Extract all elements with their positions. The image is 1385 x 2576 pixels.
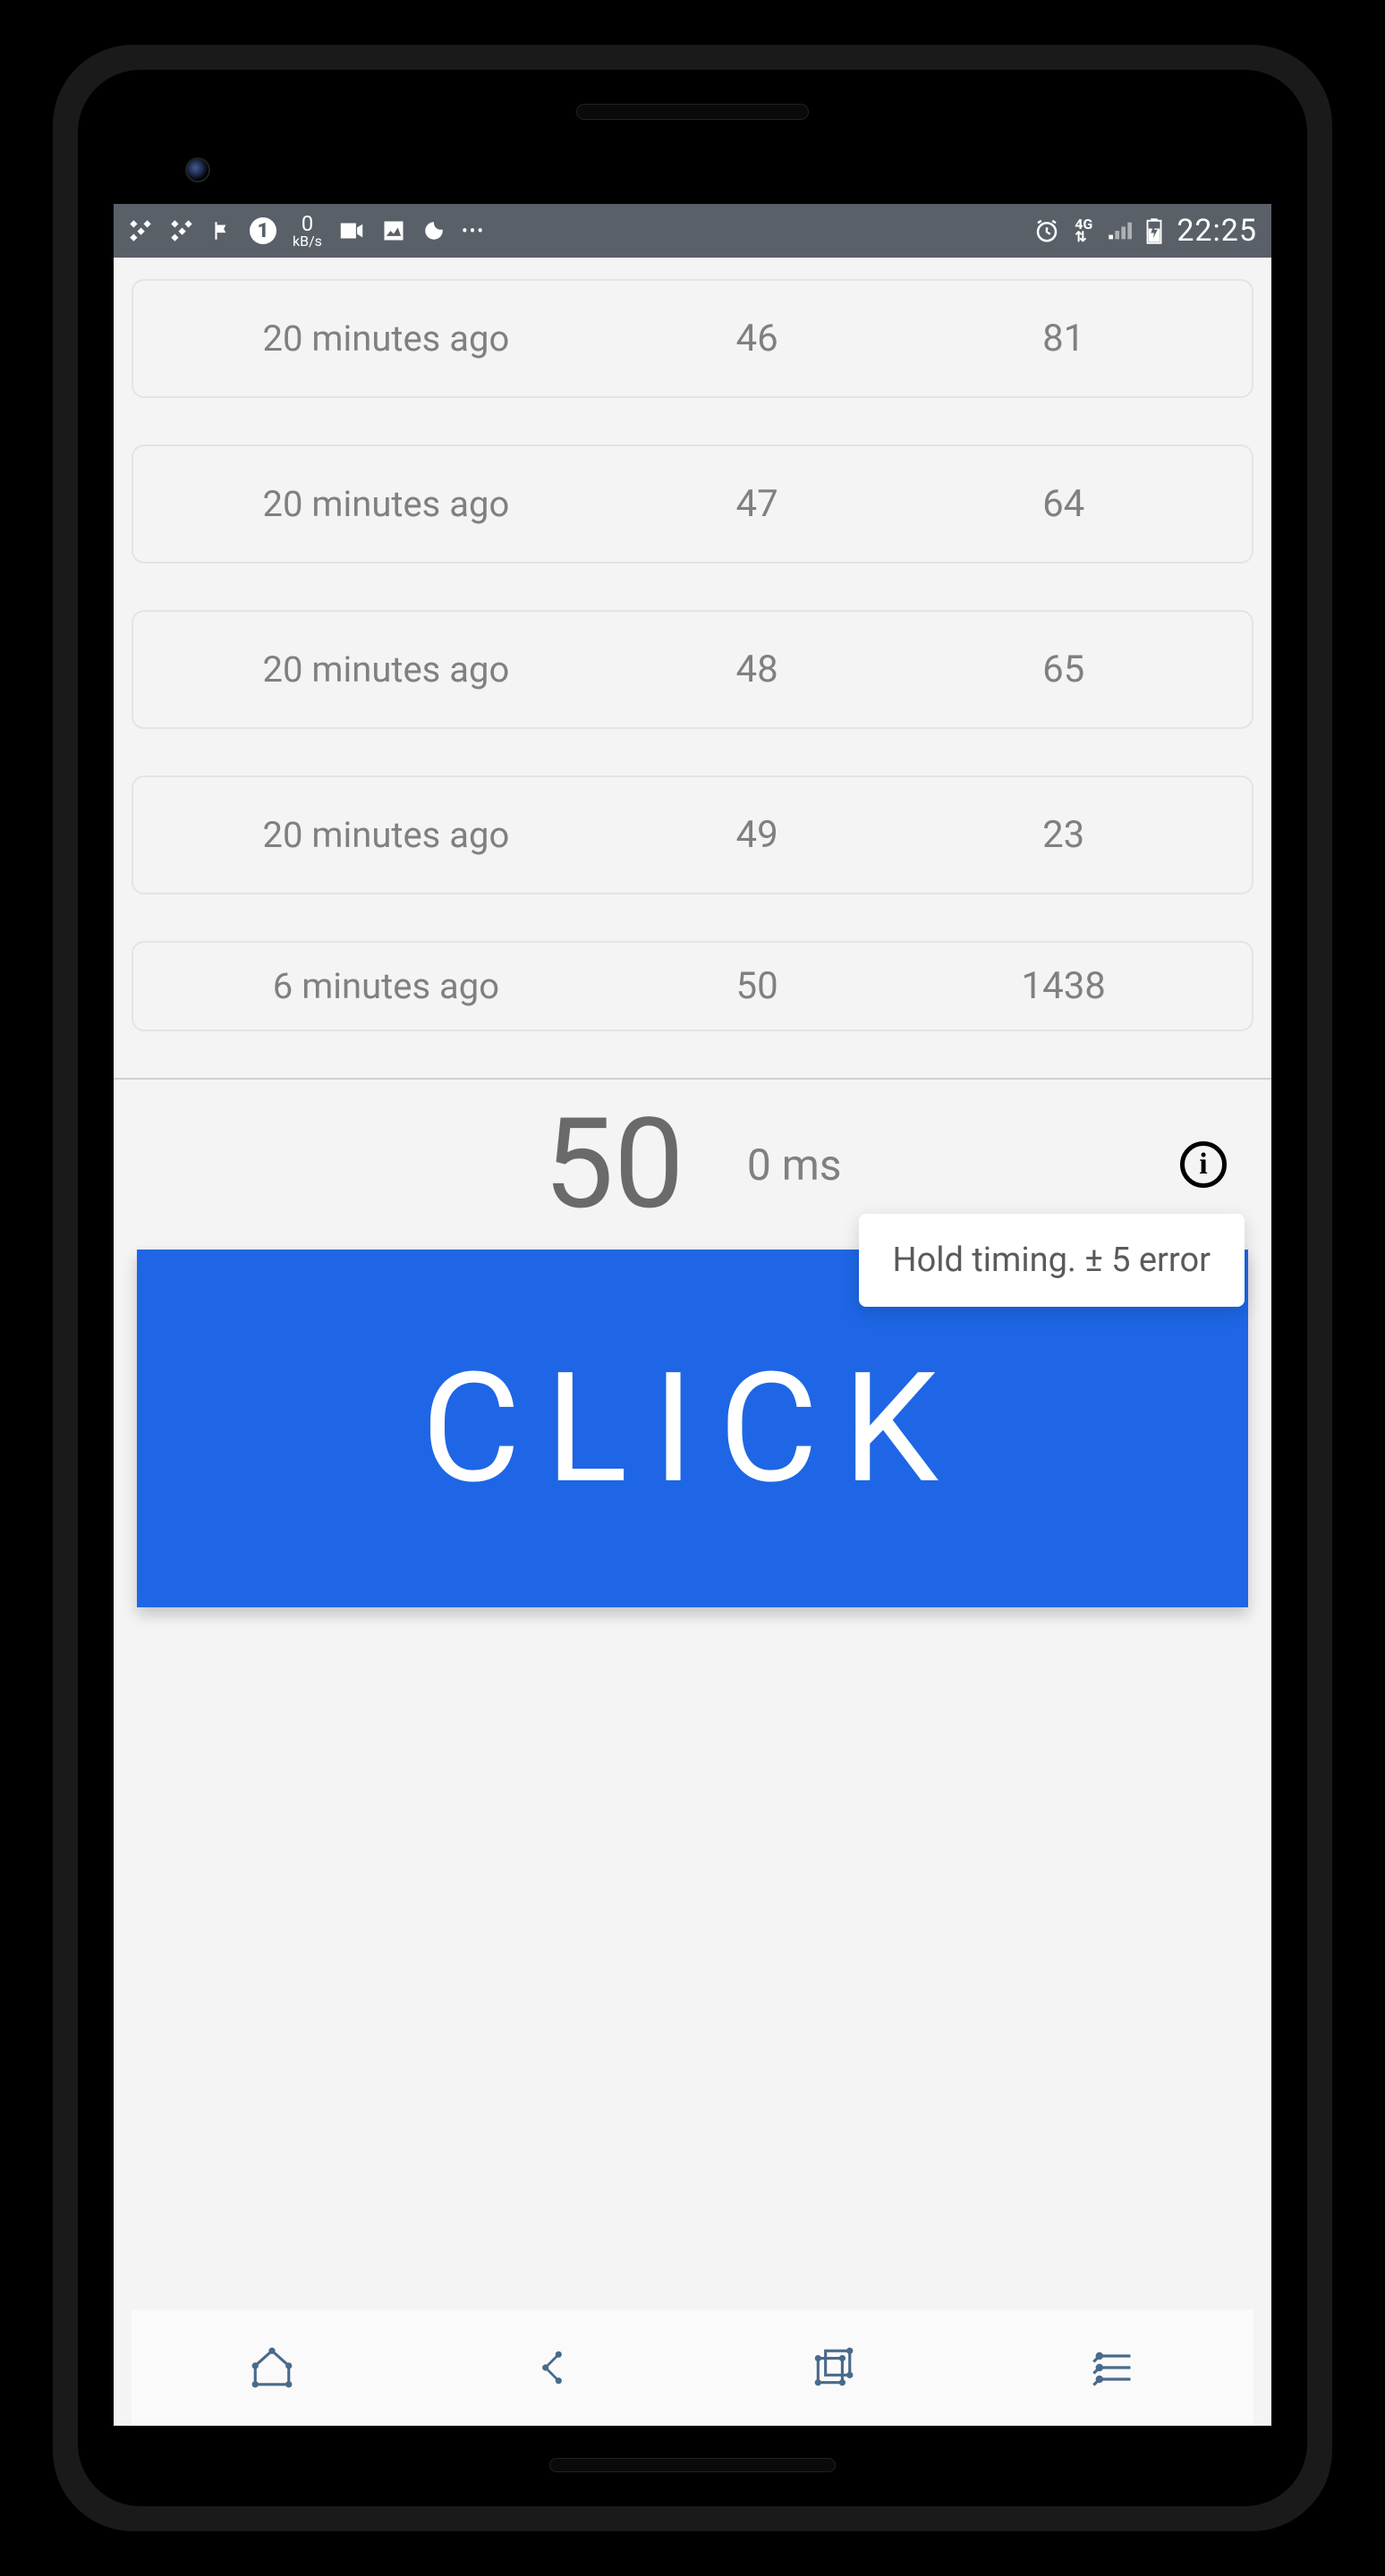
- status-left: 1 0 kB/s •••: [128, 213, 485, 249]
- info-icon: i: [1199, 1148, 1207, 1182]
- phone-frame: 1 0 kB/s •••: [53, 45, 1332, 2531]
- circle-one-icon: 1: [250, 217, 276, 244]
- history-time: 20 minutes ago: [160, 648, 612, 691]
- app-icon-1: [128, 218, 153, 243]
- phone-speaker-top: [576, 104, 809, 120]
- history-row[interactable]: 6 minutes ago 50 1438: [132, 941, 1253, 1031]
- network-4g: 4G⇅: [1075, 218, 1092, 244]
- image-icon: [381, 218, 406, 243]
- phone-camera: [185, 157, 210, 182]
- phone-speaker-bottom: [549, 2458, 836, 2472]
- moon-icon: [422, 219, 446, 242]
- kbps-unit: kB/s: [293, 233, 322, 250]
- flag-icon: [210, 217, 234, 244]
- info-button[interactable]: i: [1180, 1141, 1227, 1188]
- history-time: 20 minutes ago: [160, 814, 612, 857]
- history-target: 50: [612, 964, 903, 1008]
- status-bar: 1 0 kB/s •••: [114, 204, 1271, 258]
- history-list: 20 minutes ago 46 81 20 minutes ago 47 6…: [132, 279, 1253, 1031]
- history-time: 20 minutes ago: [160, 318, 612, 360]
- click-button-label: CLICK: [421, 1339, 964, 1518]
- history-row[interactable]: 20 minutes ago 47 64: [132, 445, 1253, 564]
- history-target: 47: [612, 482, 903, 526]
- history-result: 23: [902, 813, 1225, 857]
- history-result: 64: [902, 482, 1225, 526]
- history-time: 20 minutes ago: [160, 483, 612, 526]
- history-result: 1438: [902, 964, 1225, 1008]
- current-row: 50 0 ms i Hold timing. ± 5 error: [132, 1080, 1253, 1250]
- battery-icon: [1146, 217, 1162, 244]
- status-time: 22:25: [1177, 213, 1257, 249]
- history-row[interactable]: 20 minutes ago 49 23: [132, 775, 1253, 894]
- nav-back-button[interactable]: [525, 2341, 579, 2394]
- nav-recent-button[interactable]: [806, 2341, 860, 2394]
- screen: 1 0 kB/s •••: [114, 204, 1271, 2426]
- nav-home-button[interactable]: [245, 2341, 299, 2394]
- app-content: 20 minutes ago 46 81 20 minutes ago 47 6…: [114, 258, 1271, 2426]
- current-ms: 0 ms: [747, 1140, 842, 1191]
- current-target: 50: [543, 1091, 684, 1238]
- network-speed: 0 kB/s: [293, 213, 322, 249]
- history-target: 49: [612, 813, 903, 857]
- nav-menu-button[interactable]: [1086, 2341, 1140, 2394]
- history-target: 48: [612, 648, 903, 691]
- history-row[interactable]: 20 minutes ago 46 81: [132, 279, 1253, 398]
- history-time: 6 minutes ago: [160, 965, 612, 1008]
- signal-icon: [1107, 220, 1132, 242]
- history-target: 46: [612, 317, 903, 360]
- system-nav-bar: [132, 2309, 1253, 2426]
- tooltip: Hold timing. ± 5 error: [859, 1214, 1245, 1307]
- more-icon: •••: [462, 220, 485, 242]
- history-result: 65: [902, 648, 1225, 691]
- alarm-icon: [1033, 217, 1060, 244]
- video-icon: [338, 221, 365, 241]
- kbps-value: 0: [293, 213, 322, 234]
- status-right: 4G⇅ 22:25: [1033, 213, 1257, 249]
- phone-inner: 1 0 kB/s •••: [78, 70, 1307, 2506]
- history-result: 81: [902, 317, 1225, 360]
- history-row[interactable]: 20 minutes ago 48 65: [132, 610, 1253, 729]
- app-icon-2: [169, 218, 194, 243]
